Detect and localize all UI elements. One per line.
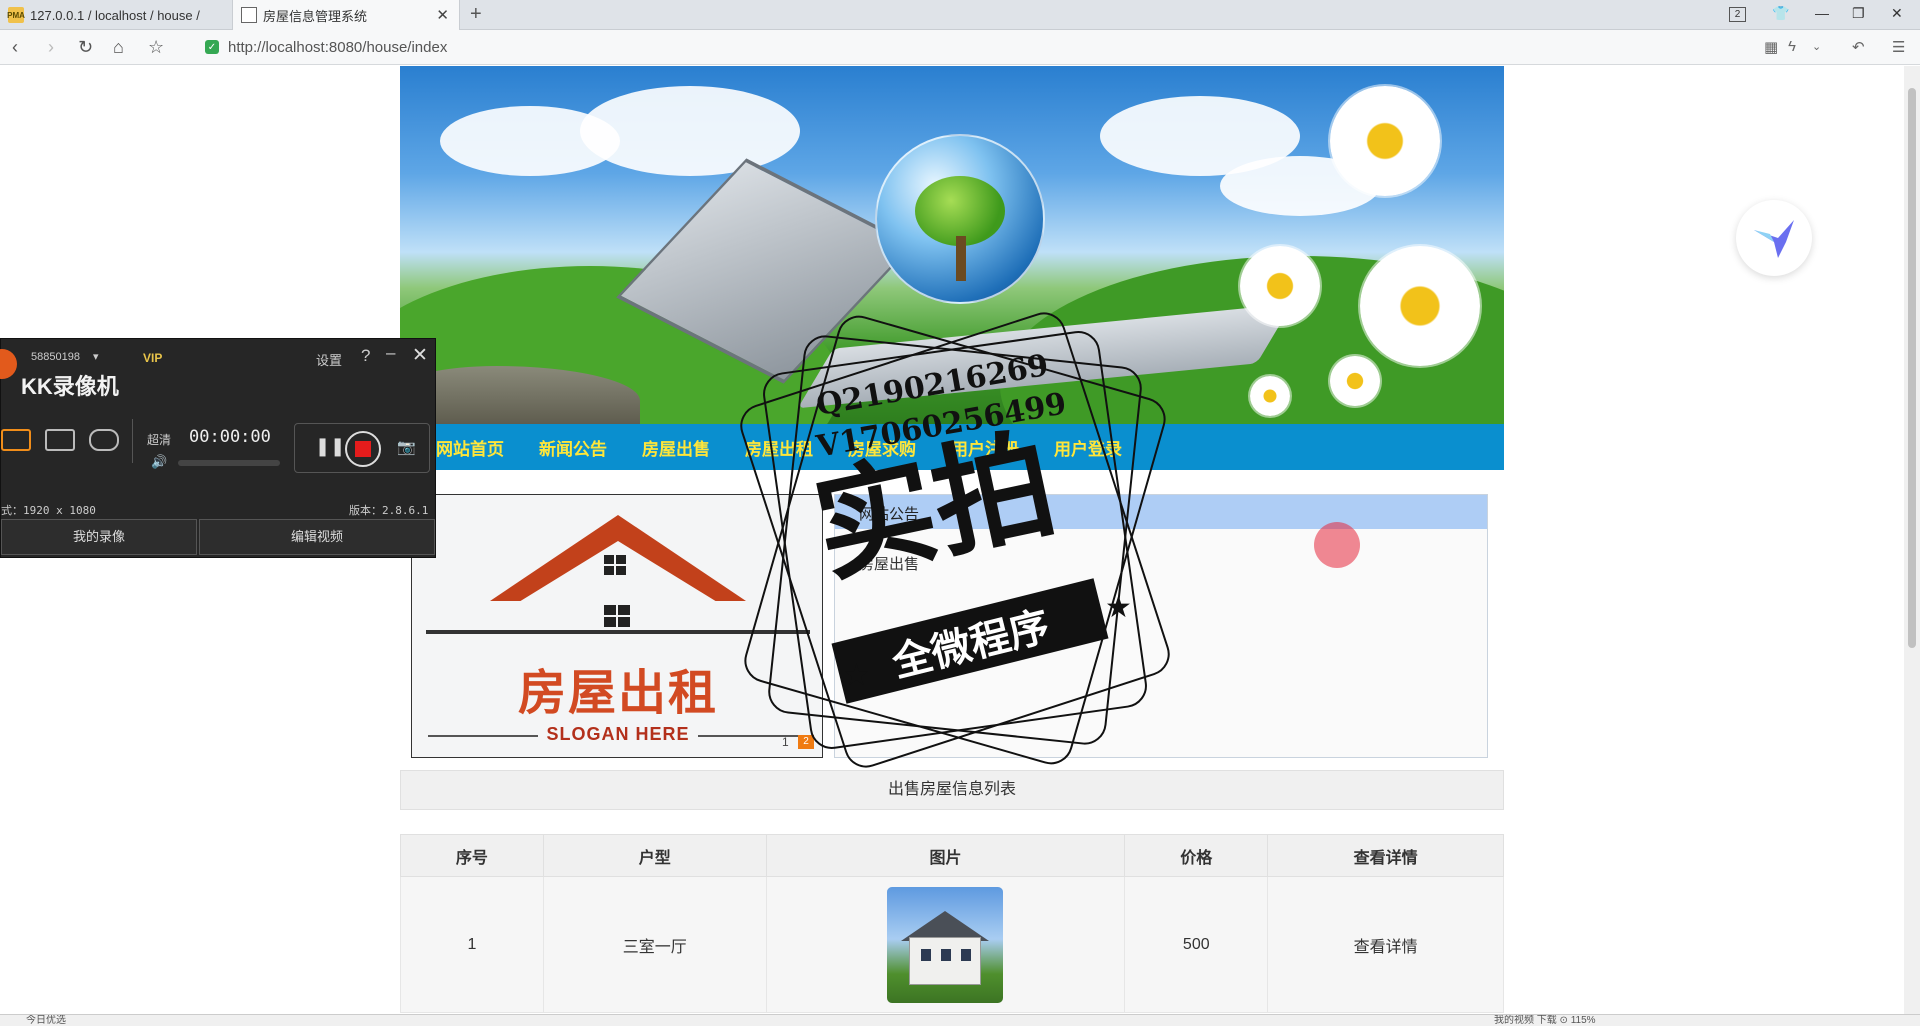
list-title: 出售房屋信息列表 bbox=[400, 770, 1504, 810]
col-detail: 查看详情 bbox=[1267, 834, 1504, 877]
reload-icon[interactable]: ↻ bbox=[78, 37, 93, 58]
slide-index-1[interactable]: 1 bbox=[782, 735, 789, 749]
table-header-row: 序号 户型 图片 价格 查看详情 bbox=[400, 834, 1504, 877]
quality-label[interactable]: 超清 bbox=[147, 431, 171, 448]
col-price: 价格 bbox=[1124, 834, 1269, 877]
close-window-icon[interactable]: ✕ bbox=[1891, 5, 1903, 22]
bird-assistant-icon[interactable] bbox=[1736, 200, 1812, 276]
restore-icon[interactable]: ❐ bbox=[1852, 5, 1865, 22]
notice-item[interactable]: 房屋出售 bbox=[859, 553, 919, 574]
kk-recorder-window: 58850198 ▾ VIP KK录像机 设置 ? – ✕ 超清 00:00:0… bbox=[0, 338, 436, 558]
banner-image bbox=[400, 66, 1504, 424]
browser-status-bar: 今日优选 我的视频 下载 ⊙ 115% bbox=[0, 1014, 1920, 1026]
tab-phpmyadmin[interactable]: PMA 127.0.0.1 / localhost / house / bbox=[0, 0, 232, 30]
back-icon[interactable]: ‹ bbox=[12, 37, 18, 58]
recorder-logo-icon bbox=[0, 349, 17, 379]
recorder-settings-button[interactable]: 设置 bbox=[316, 350, 342, 369]
logo-slogan: SLOGAN HERE bbox=[546, 724, 690, 744]
recorder-minimize-icon[interactable]: – bbox=[386, 343, 395, 363]
my-recordings-button[interactable]: 我的录像 bbox=[1, 519, 197, 555]
nav-house-rent[interactable]: 房屋出租 bbox=[745, 435, 813, 460]
nav-news[interactable]: 新闻公告 bbox=[539, 435, 607, 460]
cell-price: 500 bbox=[1124, 876, 1269, 1013]
close-tab-icon[interactable]: ✕ bbox=[436, 6, 449, 24]
record-timer: 00:00:00 bbox=[189, 427, 271, 447]
nav-house-sale[interactable]: 房屋出售 bbox=[642, 435, 710, 460]
chevron-down-icon[interactable]: ⌄ bbox=[1812, 40, 1821, 53]
game-mode-icon[interactable] bbox=[89, 429, 119, 451]
page-scrollbar[interactable] bbox=[1904, 66, 1920, 1014]
nav-login[interactable]: 用户登录 bbox=[1054, 435, 1122, 460]
apps-icon[interactable]: ▦ bbox=[1764, 38, 1778, 56]
logo-text: 房屋出租 bbox=[517, 665, 718, 721]
tab-house-system[interactable]: 房屋信息管理系统 ✕ bbox=[232, 0, 460, 30]
pma-icon: PMA bbox=[7, 7, 25, 23]
logo-slideshow: 房屋出租 SLOGAN HERE 1 2 bbox=[411, 494, 823, 758]
cell-image bbox=[765, 876, 1126, 1013]
shirt-icon[interactable]: 👕 bbox=[1772, 5, 1789, 22]
recorder-help-icon[interactable]: ? bbox=[361, 346, 370, 366]
undo-icon[interactable]: ↶ bbox=[1852, 38, 1865, 56]
cell-type: 三室一厅 bbox=[542, 876, 767, 1013]
recorder-vip-badge[interactable]: VIP bbox=[143, 351, 162, 365]
menu-icon[interactable]: ☰ bbox=[1892, 38, 1905, 56]
minimize-icon[interactable]: — bbox=[1815, 5, 1829, 21]
screen-mode-icon[interactable] bbox=[1, 429, 31, 451]
star-icon[interactable]: ☆ bbox=[148, 37, 164, 58]
tab-count-badge[interactable]: 2 bbox=[1729, 7, 1746, 22]
browser-tab-bar: PMA 127.0.0.1 / localhost / house / 房屋信息… bbox=[0, 0, 1920, 30]
notice-panel: 网站公告 房屋出售 bbox=[834, 494, 1488, 758]
house-table: 序号 户型 图片 价格 查看详情 1 三室一厅 500 查看详情 bbox=[400, 834, 1504, 1013]
lightning-icon[interactable]: ϟ bbox=[1788, 38, 1796, 55]
status-left-text[interactable]: 今日优选 bbox=[26, 1015, 66, 1026]
stop-icon bbox=[355, 441, 371, 457]
nav-house-wanted[interactable]: 房屋求购 bbox=[848, 435, 916, 460]
tab-title: 房屋信息管理系统 bbox=[263, 8, 368, 24]
url-rest: :8080/house/index bbox=[324, 38, 448, 56]
house-photo[interactable] bbox=[887, 886, 1004, 1003]
volume-slider[interactable] bbox=[178, 460, 280, 466]
col-image: 图片 bbox=[765, 834, 1126, 877]
forward-icon[interactable]: › bbox=[48, 37, 54, 58]
page-icon bbox=[241, 7, 257, 23]
edit-video-button[interactable]: 编辑视频 bbox=[199, 519, 435, 555]
url-host: http://localhost bbox=[228, 38, 325, 56]
recorder-user-id[interactable]: 58850198 bbox=[31, 351, 80, 363]
volume-icon[interactable]: 🔊 bbox=[151, 454, 167, 470]
home-icon[interactable]: ⌂ bbox=[113, 37, 124, 58]
scroll-thumb[interactable] bbox=[1908, 88, 1916, 648]
new-tab-icon[interactable]: + bbox=[470, 3, 482, 26]
table-row: 1 三室一厅 500 查看详情 bbox=[400, 876, 1504, 1013]
col-type: 户型 bbox=[542, 834, 767, 877]
slide-index-2[interactable]: 2 bbox=[798, 735, 814, 749]
user-dropdown-icon[interactable]: ▾ bbox=[93, 350, 99, 363]
stop-record-button[interactable] bbox=[345, 431, 381, 467]
pause-icon[interactable]: ❚❚ bbox=[315, 436, 345, 457]
recorder-version: 版本：2.8.6.1 bbox=[349, 504, 429, 517]
recorder-close-icon[interactable]: ✕ bbox=[412, 344, 428, 367]
main-nav: 网站首页 新闻公告 房屋出售 房屋出租 房屋求购 用户注册 用户登录 bbox=[400, 424, 1504, 470]
camera-icon[interactable]: 📷 bbox=[397, 438, 416, 456]
tab-title: 127.0.0.1 / localhost / house / bbox=[30, 7, 200, 23]
recorder-modes bbox=[1, 429, 119, 451]
cell-detail-link[interactable]: 查看详情 bbox=[1267, 876, 1504, 1013]
region-mode-icon[interactable] bbox=[45, 429, 75, 451]
notice-title: 网站公告 bbox=[835, 495, 1487, 529]
recorder-title: KK录像机 bbox=[21, 374, 119, 399]
nav-home[interactable]: 网站首页 bbox=[436, 435, 504, 460]
record-format: 式：1920 x 1080 bbox=[1, 504, 96, 517]
cursor-highlight bbox=[1314, 522, 1360, 568]
shield-icon: ✓ bbox=[205, 40, 219, 54]
nav-register[interactable]: 用户注册 bbox=[951, 435, 1019, 460]
status-right-text[interactable]: 我的视频 下载 ⊙ 115% bbox=[1494, 1015, 1596, 1026]
address-bar: ‹ › ↻ ⌂ ☆ ✓ http://localhost:8080/house/… bbox=[0, 30, 1920, 65]
url-field[interactable]: ✓ http://localhost:8080/house/index bbox=[205, 36, 447, 58]
cell-id: 1 bbox=[400, 876, 544, 1013]
col-id: 序号 bbox=[400, 834, 544, 877]
